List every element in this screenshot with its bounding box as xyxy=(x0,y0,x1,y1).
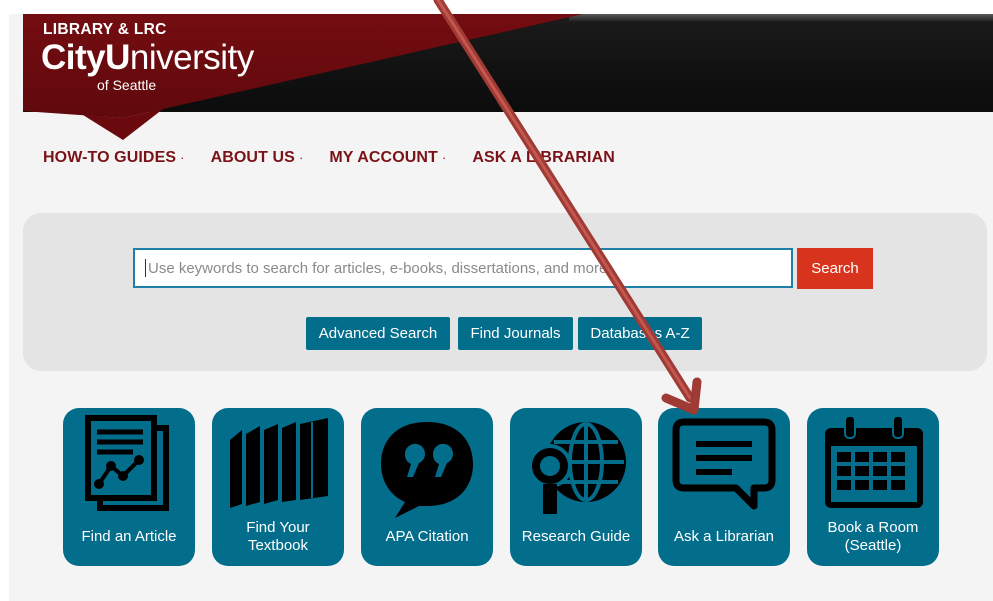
annotation-arrow xyxy=(433,0,702,415)
